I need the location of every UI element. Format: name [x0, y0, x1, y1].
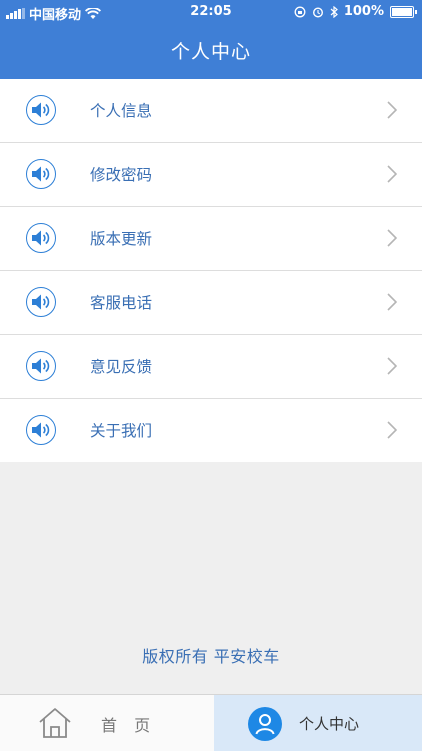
tab-profile[interactable]: 个人中心 [214, 695, 422, 751]
speaker-icon [26, 159, 56, 189]
menu-item-change-password[interactable]: 修改密码 [0, 143, 422, 207]
menu-item-label: 关于我们 [90, 422, 153, 440]
header-bar: 中国移动 22:05 100% 个人中心 [0, 0, 422, 79]
status-bar: 中国移动 22:05 100% [0, 0, 422, 24]
menu-item-label: 修改密码 [90, 166, 153, 184]
bluetooth-icon [330, 5, 338, 18]
chevron-right-icon [387, 229, 397, 247]
tab-bar: 首 页 个人中心 [0, 694, 422, 751]
chevron-right-icon [387, 293, 397, 311]
page-title: 个人中心 [170, 41, 251, 63]
speaker-icon [26, 223, 56, 253]
menu-list: 个人信息 修改密码 版本更新 客服电话 意见反馈 关于我们 [0, 79, 422, 462]
menu-item-about-us[interactable]: 关于我们 [0, 399, 422, 462]
chevron-right-icon [387, 101, 397, 119]
battery-icon [390, 5, 417, 18]
tab-profile-label: 个人中心 [299, 715, 360, 733]
user-icon [248, 707, 282, 741]
chevron-right-icon [387, 165, 397, 183]
menu-item-label: 意见反馈 [90, 358, 153, 376]
battery-percent: 100% [343, 4, 384, 19]
speaker-icon [26, 95, 56, 125]
menu-item-customer-service[interactable]: 客服电话 [0, 271, 422, 335]
menu-item-label: 个人信息 [90, 102, 153, 120]
menu-item-label: 客服电话 [90, 294, 153, 312]
status-right: 100% [294, 4, 417, 19]
speaker-icon [26, 415, 56, 445]
menu-item-version-update[interactable]: 版本更新 [0, 207, 422, 271]
lock-rotation-icon [294, 6, 306, 17]
chevron-right-icon [387, 357, 397, 375]
menu-item-label: 版本更新 [90, 230, 153, 248]
tab-home-label: 首 页 [101, 716, 157, 735]
copyright-text: 版权所有 平安校车 [142, 647, 280, 666]
menu-item-feedback[interactable]: 意见反馈 [0, 335, 422, 399]
home-icon [39, 708, 71, 738]
alarm-icon [312, 6, 323, 18]
speaker-icon [26, 351, 56, 381]
speaker-icon [26, 287, 56, 317]
menu-item-personal-info[interactable]: 个人信息 [0, 79, 422, 143]
chevron-right-icon [387, 421, 397, 439]
tab-home[interactable]: 首 页 [0, 695, 214, 751]
